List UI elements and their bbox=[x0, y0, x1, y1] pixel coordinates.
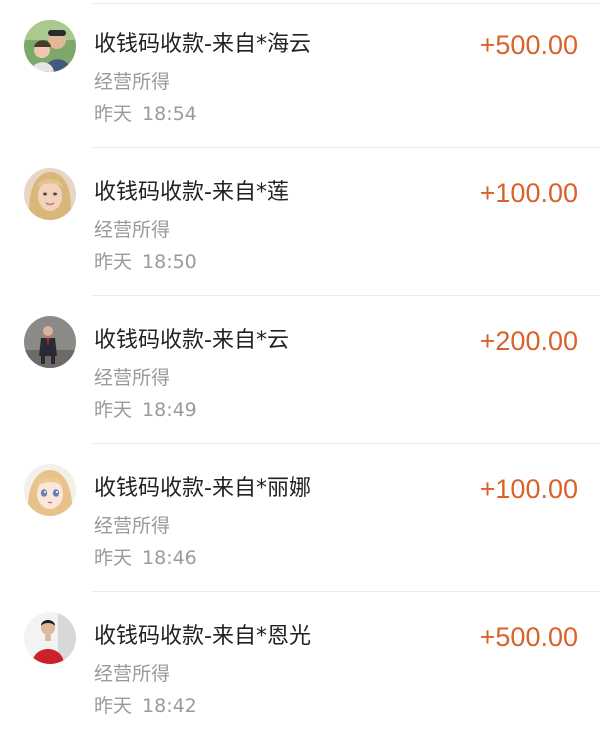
transaction-title: 收钱码收款-来自*莲 bbox=[94, 180, 289, 205]
transaction-clock: 18:50 bbox=[142, 251, 197, 273]
transaction-amount: +500.00 bbox=[479, 622, 578, 652]
transaction-day: 昨天 bbox=[94, 695, 133, 717]
transaction-time: 昨天 18:42 bbox=[94, 693, 197, 719]
transaction-clock: 18:46 bbox=[142, 547, 197, 569]
transaction-list: 收钱码收款-来自*海云 经营所得 昨天 18:54 +500.00 收钱码收款-来… bbox=[0, 0, 600, 728]
transaction-title: 收钱码收款-来自*云 bbox=[94, 328, 289, 353]
transaction-row[interactable]: 收钱码收款-来自*丽娜 经营所得 昨天 18:46 +100.00 bbox=[0, 444, 600, 592]
transaction-row[interactable]: 收钱码收款-来自*恩光 经营所得 昨天 18:42 +500.00 bbox=[0, 592, 600, 740]
transaction-title: 收钱码收款-来自*恩光 bbox=[94, 624, 311, 649]
blonde-woman-avatar bbox=[24, 168, 76, 220]
transaction-clock: 18:54 bbox=[142, 103, 197, 125]
transaction-row[interactable]: 收钱码收款-来自*云 经营所得 昨天 18:49 +200.00 bbox=[0, 296, 600, 444]
transaction-title: 收钱码收款-来自*海云 bbox=[94, 32, 311, 57]
transaction-time: 昨天 18:50 bbox=[94, 249, 197, 275]
transaction-amount: +100.00 bbox=[479, 178, 578, 208]
transaction-day: 昨天 bbox=[94, 547, 133, 569]
transaction-amount: +500.00 bbox=[479, 30, 578, 60]
transaction-day: 昨天 bbox=[94, 251, 133, 273]
transaction-row[interactable]: 收钱码收款-来自*莲 经营所得 昨天 18:50 +100.00 bbox=[0, 148, 600, 296]
transaction-time: 昨天 18:49 bbox=[94, 397, 197, 423]
man-in-suit-avatar bbox=[24, 316, 76, 368]
transaction-category: 经营所得 bbox=[94, 219, 171, 241]
transaction-time: 昨天 18:54 bbox=[94, 101, 197, 127]
transaction-time: 昨天 18:46 bbox=[94, 545, 197, 571]
transaction-title: 收钱码收款-来自*丽娜 bbox=[94, 476, 311, 501]
anime-girl-avatar bbox=[24, 464, 76, 516]
transaction-clock: 18:42 bbox=[142, 695, 197, 717]
transaction-clock: 18:49 bbox=[142, 399, 197, 421]
transaction-day: 昨天 bbox=[94, 399, 133, 421]
transaction-amount: +100.00 bbox=[479, 474, 578, 504]
couple-photo-avatar bbox=[24, 20, 76, 72]
transaction-row[interactable]: 收钱码收款-来自*海云 经营所得 昨天 18:54 +500.00 bbox=[0, 0, 600, 148]
transaction-day: 昨天 bbox=[94, 103, 133, 125]
transaction-category: 经营所得 bbox=[94, 71, 171, 93]
transaction-amount: +200.00 bbox=[479, 326, 578, 356]
transaction-category: 经营所得 bbox=[94, 367, 171, 389]
transaction-category: 经营所得 bbox=[94, 663, 171, 685]
transaction-category: 经营所得 bbox=[94, 515, 171, 537]
man-red-shirt-avatar bbox=[24, 612, 76, 664]
